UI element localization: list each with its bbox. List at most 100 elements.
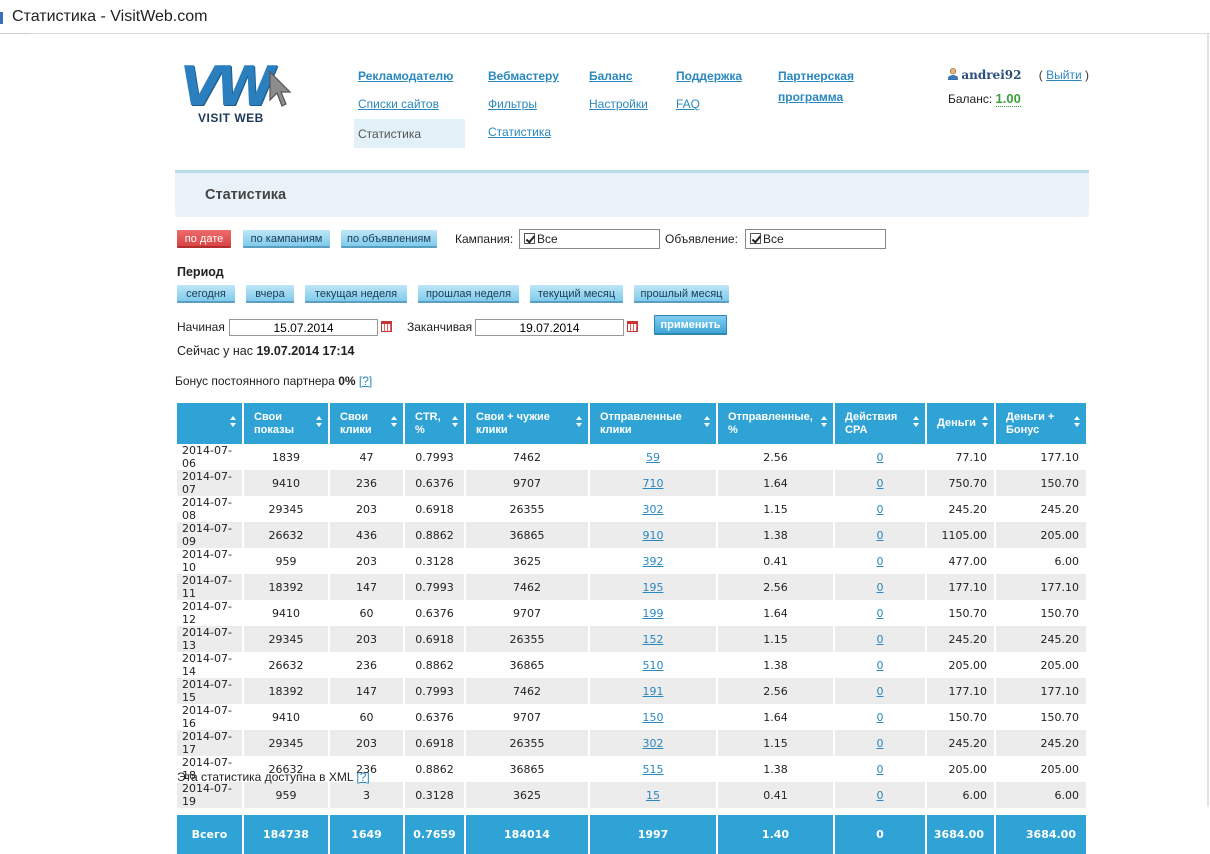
sent-clicks-link[interactable]: 150 <box>643 711 664 724</box>
cell-own-clicks: 436 <box>330 522 405 548</box>
cell-cpa-actions: 0 <box>835 730 927 756</box>
username[interactable]: andrei92 <box>961 68 1021 82</box>
cpa-actions-link[interactable]: 0 <box>877 503 884 516</box>
cell-own-clicks: 236 <box>330 470 405 496</box>
sort-arrows-icon[interactable] <box>821 416 828 430</box>
sent-clicks-link[interactable]: 152 <box>643 633 664 646</box>
column-header-money[interactable]: Деньги <box>927 403 996 444</box>
cpa-actions-link[interactable]: 0 <box>877 763 884 776</box>
sort-arrows-icon[interactable] <box>913 416 920 430</box>
ad-checkbox[interactable] <box>750 233 761 244</box>
cpa-actions-link[interactable]: 0 <box>877 607 884 620</box>
sent-clicks-link[interactable]: 199 <box>643 607 664 620</box>
nav-settings-link[interactable]: Настройки <box>589 97 648 111</box>
ad-select[interactable]: Все <box>745 229 886 249</box>
bonus-info: Бонус постоянного партнера 0% [?] <box>175 374 372 388</box>
cell-sent-clicks: 515 <box>590 756 718 782</box>
nav-filters-link[interactable]: Фильтры <box>488 97 559 111</box>
nav-webmaster-link[interactable]: Вебмастеру <box>488 68 559 84</box>
nav-partner-link-line1[interactable]: Партнерская <box>778 68 854 84</box>
column-header-sent-clicks[interactable]: Отправленные клики <box>590 403 718 444</box>
sent-clicks-link[interactable]: 302 <box>643 737 664 750</box>
cell-own-impressions: 29345 <box>244 730 330 756</box>
nav-balance-link[interactable]: Баланс <box>589 68 648 84</box>
period-today-button[interactable]: сегодня <box>177 285 235 303</box>
cell-money: 245.20 <box>927 730 996 756</box>
total-money: 3684.00 <box>927 815 996 854</box>
sort-arrows-icon[interactable] <box>230 416 237 430</box>
sent-clicks-link[interactable]: 302 <box>643 503 664 516</box>
sent-clicks-link[interactable]: 392 <box>643 555 664 568</box>
sent-clicks-link[interactable]: 59 <box>646 451 660 464</box>
column-header-ctr[interactable]: CTR,% <box>405 403 466 444</box>
nav-faq-link[interactable]: FAQ <box>676 97 742 111</box>
bonus-help-link[interactable]: [?] <box>359 374 372 388</box>
column-header-own-clicks[interactable]: Свои клики <box>330 403 405 444</box>
sort-arrows-icon[interactable] <box>576 416 583 430</box>
cpa-actions-link[interactable]: 0 <box>877 581 884 594</box>
nav-support-link[interactable]: Поддержка <box>676 68 742 84</box>
sent-clicks-link[interactable]: 191 <box>643 685 664 698</box>
end-calendar-icon[interactable] <box>627 321 638 332</box>
campaign-checkbox[interactable] <box>524 233 535 244</box>
view-by-date-button[interactable]: по дате <box>177 230 231 248</box>
column-header-sent-percent[interactable]: Отправленные,% <box>718 403 835 444</box>
nav-advertiser-link[interactable]: Рекламодателю <box>358 68 453 84</box>
campaign-select[interactable]: Все <box>519 229 660 249</box>
cpa-actions-link[interactable]: 0 <box>877 737 884 750</box>
nav-site-lists-link[interactable]: Списки сайтов <box>358 97 453 111</box>
site-logo[interactable]: VW VISIT WEB <box>180 60 305 130</box>
view-by-ad-button[interactable]: по объявлениям <box>341 230 437 248</box>
period-yesterday-button[interactable]: вчера <box>246 285 294 303</box>
sort-arrows-icon[interactable] <box>982 416 989 430</box>
start-date-input[interactable] <box>229 319 378 336</box>
sort-arrows-icon[interactable] <box>704 416 711 430</box>
cell-ctr: 0.3128 <box>405 782 466 808</box>
column-header-all-clicks[interactable]: Свои + чужие клики <box>466 403 590 444</box>
cpa-actions-link[interactable]: 0 <box>877 451 884 464</box>
apply-button[interactable]: применить <box>654 315 727 335</box>
sent-clicks-link[interactable]: 910 <box>643 529 664 542</box>
cpa-actions-link[interactable]: 0 <box>877 633 884 646</box>
column-header-date[interactable] <box>177 403 244 444</box>
sent-clicks-link[interactable]: 195 <box>643 581 664 594</box>
view-by-campaign-button[interactable]: по кампаниям <box>243 230 330 248</box>
cpa-actions-link[interactable]: 0 <box>877 529 884 542</box>
xml-help-link[interactable]: [?] <box>356 770 369 784</box>
period-last-week-button[interactable]: прошлая неделя <box>418 285 519 303</box>
column-header-money-bonus[interactable]: Деньги + Бонус <box>996 403 1088 444</box>
cell-all-clicks: 3625 <box>466 548 590 574</box>
period-this-month-button[interactable]: текущий месяц <box>530 285 623 303</box>
nav-advertiser-statistics-active[interactable]: Статистика <box>358 127 421 141</box>
cpa-actions-link[interactable]: 0 <box>877 477 884 490</box>
table-row: 2014-07-06 1839 47 0.7993 7462 59 2.56 0 77.10 17… <box>177 444 1088 470</box>
cpa-actions-link[interactable]: 0 <box>877 711 884 724</box>
sent-clicks-link[interactable]: 515 <box>643 763 664 776</box>
sent-clicks-link[interactable]: 15 <box>646 789 660 802</box>
nav-partner-link-line2[interactable]: программа <box>778 89 854 105</box>
column-header-own-impressions[interactable]: Свои показы <box>244 403 330 444</box>
cpa-actions-link[interactable]: 0 <box>877 685 884 698</box>
sent-clicks-link[interactable]: 710 <box>643 477 664 490</box>
column-header-cpa-actions[interactable]: Действия CPA <box>835 403 927 444</box>
cpa-actions-link[interactable]: 0 <box>877 659 884 672</box>
cell-cpa-actions: 0 <box>835 678 927 704</box>
nav-webmaster-statistics-link[interactable]: Статистика <box>488 125 559 139</box>
cell-sent-percent: 0.41 <box>718 548 835 574</box>
start-calendar-icon[interactable] <box>381 321 392 332</box>
cpa-actions-link[interactable]: 0 <box>877 789 884 802</box>
logout-link[interactable]: Выйти <box>1046 68 1082 82</box>
sent-clicks-link[interactable]: 510 <box>643 659 664 672</box>
cell-own-clicks: 60 <box>330 704 405 730</box>
sort-arrows-icon[interactable] <box>452 416 459 430</box>
sort-arrows-icon[interactable] <box>1074 416 1081 430</box>
cpa-actions-link[interactable]: 0 <box>877 555 884 568</box>
balance-value[interactable]: 1.00 <box>995 91 1021 107</box>
end-date-input[interactable] <box>475 319 624 336</box>
sort-arrows-icon[interactable] <box>316 416 323 430</box>
sort-arrows-icon[interactable] <box>391 416 398 430</box>
campaign-select-value: Все <box>537 232 558 246</box>
period-last-month-button[interactable]: прошлый месяц <box>634 285 729 303</box>
period-this-week-button[interactable]: текущая неделя <box>305 285 407 303</box>
column-header-label: CPA <box>845 423 868 436</box>
